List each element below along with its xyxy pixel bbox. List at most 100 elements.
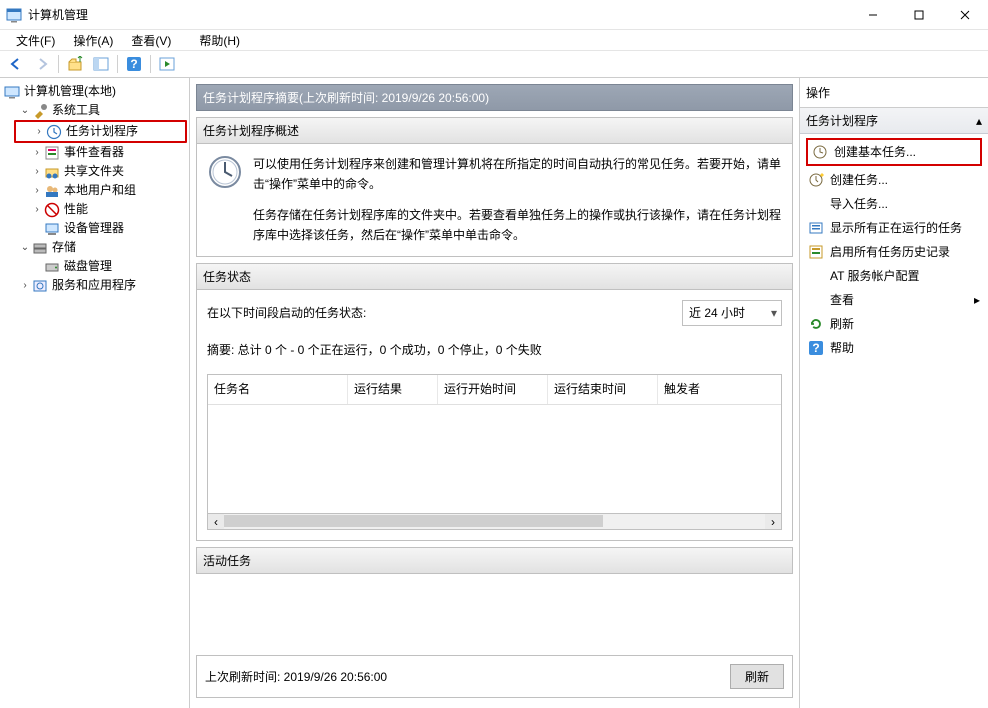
action-create-task[interactable]: 创建任务... — [804, 168, 984, 192]
action-import-task[interactable]: 导入任务... — [804, 192, 984, 216]
active-tasks-section: 活动任务 — [196, 547, 793, 574]
svg-text:?: ? — [812, 341, 819, 355]
help-icon: ? — [808, 340, 824, 356]
horizontal-scrollbar[interactable]: ‹ › — [207, 514, 782, 530]
app-icon — [6, 7, 22, 23]
back-button[interactable] — [4, 53, 28, 75]
refresh-icon — [808, 316, 824, 332]
scroll-left-button[interactable]: ‹ — [208, 514, 224, 529]
col-run-result[interactable]: 运行结果 — [348, 375, 438, 403]
tree-event-viewer[interactable]: › 事件查看器 — [2, 143, 187, 162]
tree-performance[interactable]: › 性能 — [2, 200, 187, 219]
highlight-create-basic-task: 创建基本任务... — [806, 138, 982, 166]
storage-icon — [32, 240, 48, 256]
clock-icon — [46, 124, 62, 140]
clock-icon — [207, 154, 243, 190]
action-view[interactable]: 查看 ▸ — [804, 288, 984, 312]
console-tree[interactable]: 计算机管理(本地) ⌄ 系统工具 › 任务计划程序 › 事件查看器 › 共享文件… — [0, 78, 190, 708]
expand-icon[interactable]: › — [30, 143, 44, 162]
tree-storage[interactable]: ⌄ 存储 — [2, 238, 187, 257]
task-table: 任务名 运行结果 运行开始时间 运行结束时间 触发者 — [207, 374, 782, 514]
menu-action[interactable]: 操作(A) — [65, 30, 121, 51]
status-label: 在以下时间段启动的任务状态: — [207, 303, 366, 323]
time-range-dropdown[interactable]: 近 24 小时 — [682, 300, 782, 326]
overview-paragraph-2: 任务存储在任务计划程序库的文件夹中。若要查看单独任务上的操作或执行该操作，请在任… — [253, 205, 782, 246]
bottom-bar: 上次刷新时间: 2019/9/26 20:56:00 刷新 — [196, 655, 793, 698]
expand-icon[interactable]: › — [30, 200, 44, 219]
disk-icon — [44, 259, 60, 275]
menu-view[interactable]: 查看(V) — [123, 30, 179, 51]
device-icon — [44, 221, 60, 237]
maximize-button[interactable] — [896, 0, 942, 30]
action-show-running[interactable]: 显示所有正在运行的任务 — [804, 216, 984, 240]
menu-file[interactable]: 文件(F) — [8, 30, 63, 51]
tree-root[interactable]: 计算机管理(本地) — [2, 82, 187, 101]
blank-icon — [808, 268, 824, 284]
clock-icon — [812, 144, 828, 160]
svg-text:?: ? — [130, 57, 137, 71]
status-title: 任务状态 — [196, 263, 793, 290]
action-create-basic-task[interactable]: 创建基本任务... — [808, 140, 980, 164]
tree-task-scheduler[interactable]: › 任务计划程序 — [18, 122, 183, 141]
action-enable-history[interactable]: 启用所有任务历史记录 — [804, 240, 984, 264]
overview-paragraph-1: 可以使用任务计划程序来创建和管理计算机将在所指定的时间自动执行的常见任务。若要开… — [253, 154, 782, 195]
action-refresh[interactable]: 刷新 — [804, 312, 984, 336]
history-icon — [808, 244, 824, 260]
running-tasks-icon — [808, 220, 824, 236]
scroll-thumb[interactable] — [224, 515, 603, 527]
expand-icon[interactable]: › — [30, 162, 44, 181]
menubar: 文件(F) 操作(A) 查看(V) 帮助(H) — [0, 30, 988, 50]
services-icon — [32, 278, 48, 294]
tree-device-manager[interactable]: › 设备管理器 — [2, 219, 187, 238]
submenu-arrow-icon: ▸ — [974, 292, 980, 308]
table-header: 任务名 运行结果 运行开始时间 运行结束时间 触发者 — [208, 375, 781, 404]
tree-system-tools[interactable]: ⌄ 系统工具 — [2, 101, 187, 120]
menu-help[interactable]: 帮助(H) — [191, 30, 248, 51]
clock-new-icon — [808, 172, 824, 188]
col-task-name[interactable]: 任务名 — [208, 375, 348, 403]
tree-services-apps[interactable]: › 服务和应用程序 — [2, 276, 187, 295]
expand-icon[interactable]: › — [32, 122, 46, 141]
event-viewer-icon — [44, 145, 60, 161]
active-tasks-title: 活动任务 — [196, 547, 793, 574]
action-at-service-account[interactable]: AT 服务帐户配置 — [804, 264, 984, 288]
status-section: 任务状态 在以下时间段启动的任务状态: 近 24 小时 摘要: 总计 0 个 -… — [196, 263, 793, 542]
tools-icon — [32, 103, 48, 119]
tree-disk-management[interactable]: › 磁盘管理 — [2, 257, 187, 276]
forward-button[interactable] — [30, 53, 54, 75]
collapse-icon[interactable]: ⌄ — [18, 101, 32, 120]
expand-icon[interactable]: › — [30, 181, 44, 200]
table-body — [208, 405, 781, 514]
tree-local-users[interactable]: › 本地用户和组 — [2, 181, 187, 200]
center-pane: 任务计划程序摘要(上次刷新时间: 2019/9/26 20:56:00) 任务计… — [190, 78, 799, 708]
users-icon — [44, 183, 60, 199]
toolbar: ? — [0, 50, 988, 78]
blank-icon — [808, 292, 824, 308]
window-title: 计算机管理 — [28, 6, 850, 23]
titlebar: 计算机管理 — [0, 0, 988, 30]
run-button[interactable] — [155, 53, 179, 75]
actions-subheader: 任务计划程序 ▴ — [800, 108, 988, 134]
refresh-button[interactable]: 刷新 — [730, 664, 784, 689]
scroll-track[interactable] — [224, 514, 765, 529]
col-end-time[interactable]: 运行结束时间 — [548, 375, 658, 403]
col-start-time[interactable]: 运行开始时间 — [438, 375, 548, 403]
scroll-right-button[interactable]: › — [765, 514, 781, 529]
shared-folder-icon — [44, 164, 60, 180]
expand-icon[interactable]: › — [18, 276, 32, 295]
collapse-icon[interactable]: ⌄ — [18, 238, 32, 257]
actions-title: 操作 — [800, 78, 988, 108]
help-button[interactable]: ? — [122, 53, 146, 75]
blank-icon — [808, 196, 824, 212]
col-trigger[interactable]: 触发者 — [658, 375, 781, 403]
close-button[interactable] — [942, 0, 988, 30]
show-hide-tree-button[interactable] — [89, 53, 113, 75]
up-button[interactable] — [63, 53, 87, 75]
action-help[interactable]: ? 帮助 — [804, 336, 984, 360]
summary-header: 任务计划程序摘要(上次刷新时间: 2019/9/26 20:56:00) — [196, 84, 793, 111]
performance-icon — [44, 202, 60, 218]
overview-section: 任务计划程序概述 可以使用任务计划程序来创建和管理计算机将在所指定的时间自动执行… — [196, 117, 793, 257]
tree-shared-folders[interactable]: › 共享文件夹 — [2, 162, 187, 181]
collapse-icon[interactable]: ▴ — [976, 114, 982, 128]
minimize-button[interactable] — [850, 0, 896, 30]
